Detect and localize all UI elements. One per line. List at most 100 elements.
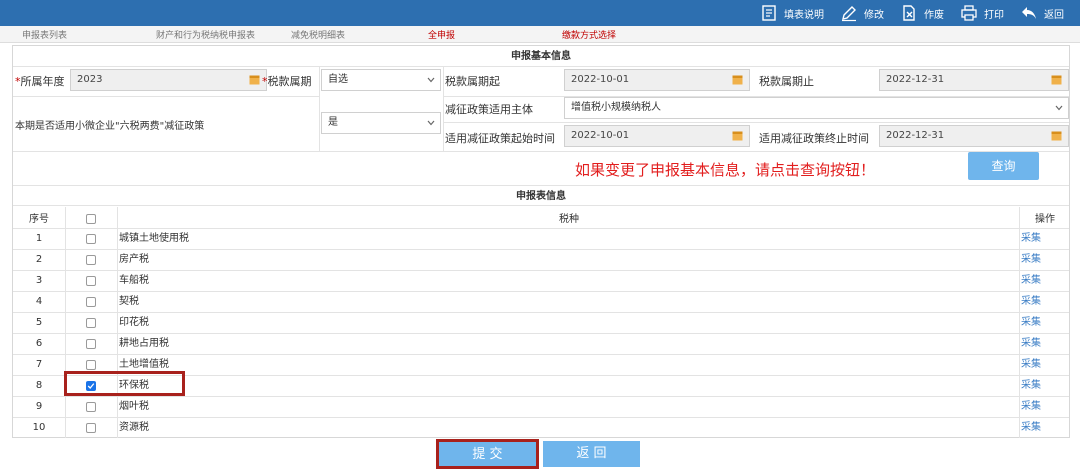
highlight-box bbox=[64, 371, 185, 396]
tab-full-declaration[interactable]: 全申报 bbox=[428, 28, 455, 41]
return-label: 返回 bbox=[1044, 9, 1064, 21]
six-tax-policy-label: 本期是否适用小微企业"六税两费"减征政策 bbox=[15, 121, 205, 132]
collect-link[interactable]: 采集 bbox=[1021, 397, 1041, 417]
period-select[interactable]: 自选 bbox=[321, 69, 441, 91]
calendar-icon[interactable] bbox=[732, 74, 743, 85]
divider bbox=[319, 67, 320, 151]
period-end-value: 2022-12-31 bbox=[886, 74, 945, 85]
print-button[interactable]: 打印 bbox=[952, 0, 1012, 26]
back-arrow-icon bbox=[1022, 7, 1036, 19]
row-checkbox[interactable] bbox=[86, 360, 96, 370]
year-field[interactable]: 2023 bbox=[70, 69, 267, 91]
tab-payment-method[interactable]: 缴款方式选择 bbox=[562, 28, 616, 41]
void-icon bbox=[903, 5, 915, 21]
edit-button[interactable]: 修改 bbox=[832, 0, 892, 26]
policy-end-label: 适用减征政策终止时间 bbox=[759, 132, 869, 145]
calendar-icon[interactable] bbox=[1051, 74, 1062, 85]
query-button[interactable]: 查询 bbox=[968, 152, 1039, 180]
divider bbox=[443, 122, 1069, 123]
tab-declaration-list[interactable]: 申报表列表 bbox=[22, 28, 67, 41]
row-no: 7 bbox=[35, 359, 43, 370]
row-checkbox[interactable] bbox=[86, 339, 96, 349]
edit-label: 修改 bbox=[864, 9, 884, 21]
collect-link[interactable]: 采集 bbox=[1021, 250, 1041, 270]
row-no: 9 bbox=[35, 401, 43, 412]
submit-button[interactable]: 提 交 bbox=[436, 439, 539, 469]
row-tax-name: 城镇土地使用税 bbox=[119, 233, 189, 244]
table-row: 1 城镇土地使用税 采集 bbox=[13, 228, 1069, 249]
policy-end-value: 2022-12-31 bbox=[886, 130, 945, 141]
policy-start-field[interactable]: 2022-10-01 bbox=[564, 125, 750, 147]
row-checkbox[interactable] bbox=[86, 297, 96, 307]
row-tax-name: 烟叶税 bbox=[119, 401, 149, 412]
period-start-value: 2022-10-01 bbox=[571, 74, 630, 85]
table-row: 10 资源税 采集 bbox=[13, 417, 1069, 438]
row-checkbox[interactable] bbox=[86, 402, 96, 412]
chevron-down-icon bbox=[427, 77, 435, 83]
tab-property-tax-form[interactable]: 财产和行为税纳税申报表 bbox=[156, 28, 255, 41]
basic-info-title: 申报基本信息 bbox=[13, 46, 1069, 67]
column-header-no: 序号 bbox=[29, 214, 49, 225]
instructions-button[interactable]: 填表说明 bbox=[752, 0, 832, 26]
collect-link[interactable]: 采集 bbox=[1021, 418, 1041, 438]
collect-link[interactable]: 采集 bbox=[1021, 313, 1041, 333]
top-bar: 填表说明 修改 作废 打印 返回 bbox=[0, 0, 1080, 26]
divider bbox=[443, 67, 444, 151]
void-label: 作废 bbox=[924, 9, 944, 21]
tab-bar: 申报表列表 财产和行为税纳税申报表 减免税明细表 全申报 缴款方式选择 bbox=[0, 26, 1080, 43]
table-row: 6 耕地占用税 采集 bbox=[13, 333, 1069, 354]
collect-link[interactable]: 采集 bbox=[1021, 355, 1041, 375]
row-no: 5 bbox=[35, 317, 43, 328]
row-checkbox[interactable] bbox=[86, 255, 96, 265]
select-all-checkbox[interactable] bbox=[86, 214, 96, 224]
calendar-icon[interactable] bbox=[732, 130, 743, 141]
row-no: 4 bbox=[35, 296, 43, 307]
period-start-field[interactable]: 2022-10-01 bbox=[564, 69, 750, 91]
row-no: 2 bbox=[35, 254, 43, 265]
return-button[interactable]: 返回 bbox=[1012, 0, 1072, 26]
instructions-label: 填表说明 bbox=[784, 9, 824, 21]
table-row: 2 房产税 采集 bbox=[13, 249, 1069, 270]
chevron-down-icon bbox=[1055, 105, 1063, 111]
back-button[interactable]: 返 回 bbox=[543, 441, 640, 467]
period-end-field[interactable]: 2022-12-31 bbox=[879, 69, 1069, 91]
row-no: 8 bbox=[35, 380, 43, 391]
period-end-label: 税款属期止 bbox=[759, 75, 814, 88]
calendar-icon[interactable] bbox=[1051, 130, 1062, 141]
tab-exemption-detail[interactable]: 减免税明细表 bbox=[291, 28, 345, 41]
chevron-down-icon bbox=[427, 120, 435, 126]
year-label: *所属年度 bbox=[15, 75, 65, 88]
table-row: 4 契税 采集 bbox=[13, 291, 1069, 312]
row-no: 3 bbox=[35, 275, 43, 286]
row-checkbox[interactable] bbox=[86, 234, 96, 244]
policy-start-value: 2022-10-01 bbox=[571, 130, 630, 141]
collect-link[interactable]: 采集 bbox=[1021, 229, 1041, 249]
calendar-icon[interactable] bbox=[249, 74, 260, 85]
divider bbox=[13, 151, 1069, 152]
period-label: *税款属期 bbox=[262, 75, 312, 88]
row-tax-name: 印花税 bbox=[119, 317, 149, 328]
row-no: 10 bbox=[32, 422, 46, 433]
row-tax-name: 房产税 bbox=[119, 254, 149, 265]
collect-link[interactable]: 采集 bbox=[1021, 376, 1041, 396]
row-tax-name: 耕地占用税 bbox=[119, 338, 169, 349]
collect-link[interactable]: 采集 bbox=[1021, 292, 1041, 312]
void-button[interactable]: 作废 bbox=[892, 0, 952, 26]
row-checkbox[interactable] bbox=[86, 318, 96, 328]
six-tax-policy-select[interactable]: 是 bbox=[321, 112, 441, 134]
policy-subject-value: 增值税小规模纳税人 bbox=[571, 102, 661, 113]
period-start-label: 税款属期起 bbox=[445, 75, 500, 88]
row-checkbox[interactable] bbox=[86, 423, 96, 433]
collect-link[interactable]: 采集 bbox=[1021, 271, 1041, 291]
row-tax-name: 契税 bbox=[119, 296, 139, 307]
period-value: 自选 bbox=[328, 74, 348, 85]
collect-link[interactable]: 采集 bbox=[1021, 334, 1041, 354]
row-checkbox[interactable] bbox=[86, 276, 96, 286]
row-no: 6 bbox=[35, 338, 43, 349]
policy-subject-select[interactable]: 增值税小规模纳税人 bbox=[564, 97, 1069, 119]
document-icon bbox=[762, 5, 776, 21]
row-no: 1 bbox=[35, 233, 43, 244]
year-value: 2023 bbox=[77, 74, 103, 85]
column-header-op: 操作 bbox=[1035, 214, 1055, 225]
policy-end-field[interactable]: 2022-12-31 bbox=[879, 125, 1069, 147]
